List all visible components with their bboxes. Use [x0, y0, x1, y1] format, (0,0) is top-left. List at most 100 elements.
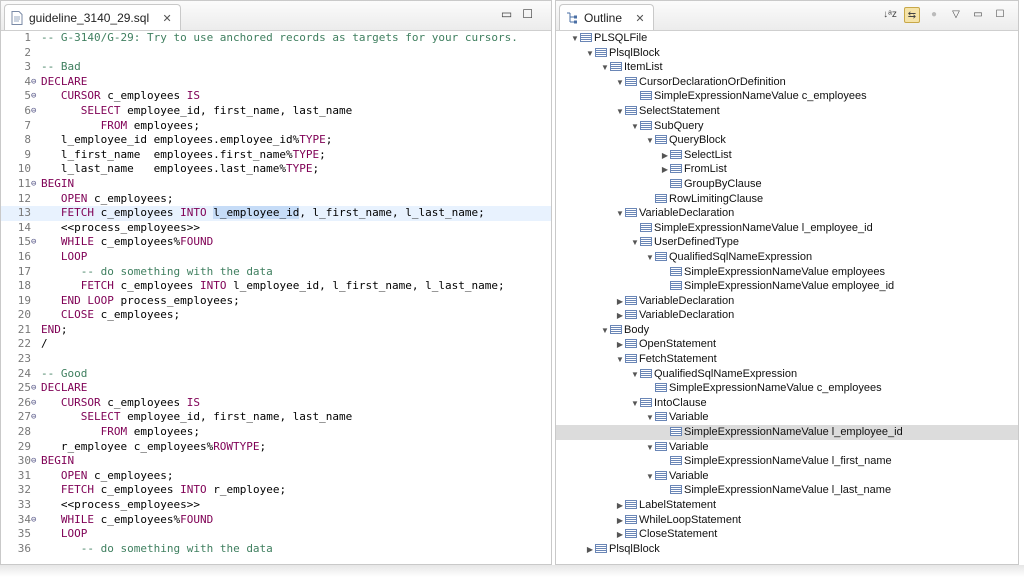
link-with-editor-icon[interactable]: ⇆ — [904, 7, 920, 23]
fold-toggle-icon[interactable]: ⊖ — [31, 89, 41, 104]
expanded-arrow-icon[interactable]: ▼ — [630, 120, 640, 135]
outline-tab[interactable]: Outline ✕ — [559, 4, 654, 30]
tree-item[interactable]: ▼ QueryBlock — [556, 133, 1018, 148]
expanded-arrow-icon[interactable]: ▼ — [615, 207, 625, 222]
filter-icon[interactable]: ● — [926, 7, 942, 23]
expanded-arrow-icon[interactable]: ▼ — [645, 411, 655, 426]
expanded-arrow-icon[interactable]: ▼ — [615, 105, 625, 120]
code-line[interactable]: 18 FETCH c_employees INTO l_employee_id,… — [1, 279, 551, 294]
code-line[interactable]: 20 CLOSE c_employees; — [1, 308, 551, 323]
code-line[interactable]: 33 <<process_employees>> — [1, 498, 551, 513]
sort-az-icon[interactable]: ↓ᵃz — [882, 7, 898, 23]
code-line[interactable]: 12 OPEN c_employees; — [1, 192, 551, 207]
code-line[interactable]: 23 — [1, 352, 551, 367]
collapsed-arrow-icon[interactable]: ▶ — [615, 514, 625, 529]
code-line[interactable]: 21 END; — [1, 323, 551, 338]
collapsed-arrow-icon[interactable]: ▶ — [615, 309, 625, 324]
tree-item[interactable]: ▼ QualifiedSqlNameExpression — [556, 250, 1018, 265]
expanded-arrow-icon[interactable]: ▼ — [615, 76, 625, 91]
expanded-arrow-icon[interactable]: ▼ — [645, 470, 655, 485]
collapsed-arrow-icon[interactable]: ▶ — [585, 543, 595, 558]
maximize-icon[interactable]: ☐ — [992, 7, 1008, 23]
expanded-arrow-icon[interactable]: ▼ — [645, 134, 655, 149]
expanded-arrow-icon[interactable]: ▼ — [645, 441, 655, 456]
tree-item[interactable]: SimpleExpressionNameValue employees — [556, 265, 1018, 280]
fold-toggle-icon[interactable]: ⊖ — [31, 396, 41, 411]
tree-item[interactable]: ▶ LabelStatement — [556, 498, 1018, 513]
fold-toggle-icon[interactable]: ⊖ — [31, 75, 41, 90]
tree-item[interactable]: ▶ FromList — [556, 162, 1018, 177]
view-menu-icon[interactable]: ▽ — [948, 7, 964, 23]
expanded-arrow-icon[interactable]: ▼ — [600, 61, 610, 76]
code-line[interactable]: 9 l_first_name employees.first_name%TYPE… — [1, 148, 551, 163]
code-line[interactable]: 15 ⊖ WHILE c_employees%FOUND — [1, 235, 551, 250]
tree-item[interactable]: ▼ QualifiedSqlNameExpression — [556, 367, 1018, 382]
collapsed-arrow-icon[interactable]: ▶ — [660, 163, 670, 178]
code-line[interactable]: 27 ⊖ SELECT employee_id, first_name, last… — [1, 410, 551, 425]
code-line[interactable]: 6 ⊖ SELECT employee_id, first_name, last_… — [1, 104, 551, 119]
tree-item[interactable]: ▼ SubQuery — [556, 119, 1018, 134]
collapsed-arrow-icon[interactable]: ▶ — [660, 149, 670, 164]
tree-item[interactable]: ▶ VariableDeclaration — [556, 294, 1018, 309]
code-line[interactable]: 17 -- do something with the data — [1, 265, 551, 280]
code-line[interactable]: 34 ⊖ WHILE c_employees%FOUND — [1, 513, 551, 528]
fold-toggle-icon[interactable]: ⊖ — [31, 104, 41, 119]
code-line[interactable]: 25 ⊖ DECLARE — [1, 381, 551, 396]
expanded-arrow-icon[interactable]: ▼ — [585, 47, 595, 62]
tree-item[interactable]: SimpleExpressionNameValue c_employees — [556, 89, 1018, 104]
tree-item[interactable]: ▼ PlsqlBlock — [556, 46, 1018, 61]
tree-item[interactable]: SimpleExpressionNameValue c_employees — [556, 381, 1018, 396]
code-line[interactable]: 1 -- G-3140/G-29: Try to use anchored rec… — [1, 31, 551, 46]
tree-item[interactable]: RowLimitingClause — [556, 192, 1018, 207]
fold-toggle-icon[interactable]: ⊖ — [31, 177, 41, 192]
tree-item[interactable]: ▼ PLSQLFile — [556, 31, 1018, 46]
tree-item[interactable]: SimpleExpressionNameValue l_first_name — [556, 454, 1018, 469]
tree-item[interactable]: ▼ ItemList — [556, 60, 1018, 75]
code-line[interactable]: 32 FETCH c_employees INTO r_employee; — [1, 483, 551, 498]
code-line[interactable]: 30 ⊖ BEGIN — [1, 454, 551, 469]
tree-item[interactable]: ▶ CloseStatement — [556, 527, 1018, 542]
close-icon[interactable]: ✕ — [635, 6, 644, 32]
code-line[interactable]: 7 FROM employees; — [1, 119, 551, 134]
fold-toggle-icon[interactable]: ⊖ — [31, 235, 41, 250]
minimize-icon[interactable]: ▭ — [501, 7, 522, 21]
tree-item[interactable]: ▼ CursorDeclarationOrDefinition — [556, 75, 1018, 90]
minimize-icon[interactable]: ▭ — [970, 7, 986, 23]
tree-item[interactable]: SimpleExpressionNameValue employee_id — [556, 279, 1018, 294]
code-line[interactable]: 14 <<process_employees>> — [1, 221, 551, 236]
code-line[interactable]: 10 l_last_name employees.last_name%TYPE; — [1, 162, 551, 177]
tree-item[interactable]: ▼ VariableDeclaration — [556, 206, 1018, 221]
tree-item[interactable]: ▼ Variable — [556, 440, 1018, 455]
code-line[interactable]: 2 — [1, 46, 551, 61]
tree-item[interactable]: ▼ Body — [556, 323, 1018, 338]
code-line[interactable]: 8 l_employee_id employees.employee_id%TY… — [1, 133, 551, 148]
expanded-arrow-icon[interactable]: ▼ — [615, 353, 625, 368]
code-line[interactable]: 22 / — [1, 337, 551, 352]
tree-item[interactable]: GroupByClause — [556, 177, 1018, 192]
expanded-arrow-icon[interactable]: ▼ — [570, 32, 580, 47]
expanded-arrow-icon[interactable]: ▼ — [645, 251, 655, 266]
code-line[interactable]: 35 LOOP — [1, 527, 551, 542]
tree-item[interactable]: ▼ SelectStatement — [556, 104, 1018, 119]
code-line[interactable]: 13 FETCH c_employees INTO l_employee_id,… — [1, 206, 551, 221]
code-line[interactable]: 31 OPEN c_employees; — [1, 469, 551, 484]
code-area[interactable]: 1 -- G-3140/G-29: Try to use anchored rec… — [1, 31, 551, 564]
expanded-arrow-icon[interactable]: ▼ — [630, 397, 640, 412]
editor-tab[interactable]: guideline_3140_29.sql ✕ — [4, 4, 181, 30]
code-line[interactable]: 36 -- do something with the data — [1, 542, 551, 557]
tree-item[interactable]: ▶ VariableDeclaration — [556, 308, 1018, 323]
collapsed-arrow-icon[interactable]: ▶ — [615, 528, 625, 543]
fold-toggle-icon[interactable]: ⊖ — [31, 410, 41, 425]
code-line[interactable]: 11 ⊖ BEGIN — [1, 177, 551, 192]
tree-item[interactable]: SimpleExpressionNameValue l_employee_id — [556, 425, 1018, 440]
tree-item[interactable]: ▶ OpenStatement — [556, 337, 1018, 352]
fold-toggle-icon[interactable]: ⊖ — [31, 454, 41, 469]
code-line[interactable]: 3 -- Bad — [1, 60, 551, 75]
tree-item[interactable]: ▶ PlsqlBlock — [556, 542, 1018, 557]
tree-item[interactable]: ▼ Variable — [556, 469, 1018, 484]
tree-item[interactable]: ▼ FetchStatement — [556, 352, 1018, 367]
fold-toggle-icon[interactable]: ⊖ — [31, 513, 41, 528]
code-line[interactable]: 5 ⊖ CURSOR c_employees IS — [1, 89, 551, 104]
tree-item[interactable]: ▶ SelectList — [556, 148, 1018, 163]
expanded-arrow-icon[interactable]: ▼ — [600, 324, 610, 339]
